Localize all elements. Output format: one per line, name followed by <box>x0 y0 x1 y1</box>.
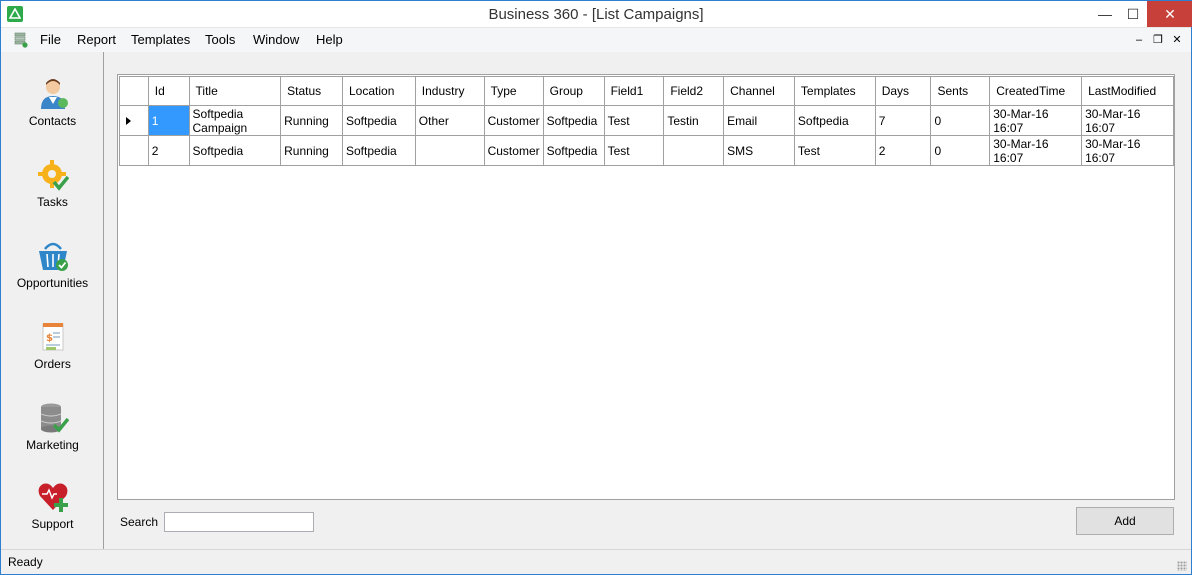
menu-file[interactable]: File <box>40 32 61 47</box>
table-cell[interactable]: Testin <box>663 105 725 136</box>
table-header-row: Id Title Status Location Industry Type G… <box>119 76 1174 106</box>
table-cell[interactable]: 2 <box>874 135 932 166</box>
sidebar-item-marketing[interactable]: Marketing <box>1 401 104 471</box>
table-cell[interactable]: 30-Mar-16 16:07 <box>1081 105 1174 136</box>
menu-window[interactable]: Window <box>253 32 299 47</box>
marketing-icon <box>37 401 70 435</box>
column-header-industry[interactable]: Industry <box>414 76 485 106</box>
campaigns-table: Id Title Status Location Industry Type G… <box>119 76 1174 166</box>
table-row[interactable]: 1 Softpedia Campaign Running Softpedia O… <box>119 105 1174 136</box>
menu-bar: File Report Templates Tools Window Help … <box>1 28 1191 52</box>
table-cell[interactable]: Softpedia <box>342 135 416 166</box>
table-cell[interactable]: Softpedia <box>342 105 416 136</box>
table-cell[interactable]: Other <box>414 105 485 136</box>
row-header-corner[interactable] <box>119 76 149 106</box>
column-header-id[interactable]: Id <box>147 76 190 106</box>
sidebar-item-support[interactable]: Support <box>1 480 104 550</box>
sidebar-item-label: Support <box>31 517 74 531</box>
document-stack-icon[interactable] <box>14 32 28 48</box>
menu-templates[interactable]: Templates <box>131 32 190 47</box>
table-cell[interactable]: Running <box>280 105 343 136</box>
table-cell[interactable]: Softpedia <box>542 105 605 136</box>
column-header-days[interactable]: Days <box>874 76 932 106</box>
sidebar-item-tasks[interactable]: Tasks <box>1 158 104 228</box>
table-cell[interactable]: 2 <box>147 135 190 166</box>
sidebar: Contacts Tasks Opportunities $ Orders Ma… <box>1 52 104 549</box>
sidebar-item-label: Orders <box>34 357 71 371</box>
opportunities-icon <box>37 239 69 273</box>
status-text: Ready <box>8 555 43 569</box>
table-cell[interactable]: 7 <box>874 105 932 136</box>
table-cell[interactable]: Customer <box>483 105 544 136</box>
child-close-button[interactable]: ✕ <box>1169 32 1185 48</box>
column-header-field2[interactable]: Field2 <box>663 76 725 106</box>
column-header-createdtime[interactable]: CreatedTime <box>989 76 1083 106</box>
column-header-title[interactable]: Title <box>188 76 282 106</box>
search-input[interactable] <box>164 512 314 532</box>
table-cell[interactable]: 1 <box>147 105 190 136</box>
table-cell[interactable]: Softpedia <box>793 105 876 136</box>
column-header-sents[interactable]: Sents <box>930 76 991 106</box>
contacts-icon <box>37 77 69 111</box>
app-window: Business 360 - [List Campaigns] — ☐ ✕ Fi… <box>0 0 1192 575</box>
table-row[interactable]: 2 Softpedia Running Softpedia Customer S… <box>119 135 1174 166</box>
campaigns-grid[interactable]: Id Title Status Location Industry Type G… <box>117 74 1175 500</box>
table-cell[interactable]: Softpedia Campaign <box>188 105 282 136</box>
row-header[interactable] <box>119 135 149 166</box>
child-restore-button[interactable]: ❐ <box>1150 32 1166 48</box>
table-cell[interactable]: Running <box>280 135 343 166</box>
table-cell[interactable]: Customer <box>483 135 544 166</box>
table-cell[interactable]: 30-Mar-16 16:07 <box>1081 135 1174 166</box>
resize-grip-icon[interactable] <box>1177 561 1187 571</box>
maximize-button[interactable]: ☐ <box>1119 1 1147 27</box>
column-header-location[interactable]: Location <box>342 76 416 106</box>
menu-help[interactable]: Help <box>316 32 343 47</box>
table-cell[interactable]: Softpedia <box>542 135 605 166</box>
table-cell[interactable]: 0 <box>930 105 991 136</box>
table-cell[interactable]: Softpedia <box>188 135 282 166</box>
close-button[interactable]: ✕ <box>1147 1 1192 27</box>
campaigns-panel: Id Title Status Location Industry Type G… <box>105 52 1191 549</box>
sidebar-item-label: Contacts <box>28 114 77 128</box>
sidebar-item-label: Opportunities <box>16 276 89 290</box>
support-icon <box>37 480 69 514</box>
sidebar-item-orders[interactable]: $ Orders <box>1 320 104 390</box>
table-cell[interactable]: 30-Mar-16 16:07 <box>989 135 1083 166</box>
column-header-channel[interactable]: Channel <box>723 76 795 106</box>
column-header-field1[interactable]: Field1 <box>603 76 665 106</box>
search-label: Search <box>120 515 159 529</box>
sidebar-item-label: Tasks <box>37 195 68 209</box>
column-header-lastmodified[interactable]: LastModified <box>1081 76 1174 106</box>
orders-icon: $ <box>37 320 69 354</box>
tasks-icon <box>37 158 70 192</box>
column-header-templates[interactable]: Templates <box>793 76 876 106</box>
svg-text:$: $ <box>46 333 53 344</box>
table-cell[interactable]: Test <box>603 135 665 166</box>
add-button[interactable]: Add <box>1076 507 1174 535</box>
table-cell[interactable]: Test <box>793 135 876 166</box>
minimize-button[interactable]: — <box>1091 1 1119 27</box>
child-minimize-button[interactable]: – <box>1131 32 1147 48</box>
status-bar: Ready <box>1 549 1191 574</box>
sidebar-item-label: Marketing <box>26 438 79 452</box>
current-row-marker[interactable] <box>119 105 149 136</box>
table-cell[interactable]: Test <box>603 105 665 136</box>
title-bar[interactable]: Business 360 - [List Campaigns] — ☐ ✕ <box>1 1 1192 28</box>
column-header-status[interactable]: Status <box>280 76 343 106</box>
row-pointer-icon <box>126 116 131 125</box>
sidebar-item-opportunities[interactable]: Opportunities <box>1 239 104 309</box>
table-cell[interactable] <box>663 135 725 166</box>
table-cell[interactable]: SMS <box>723 135 795 166</box>
column-header-group[interactable]: Group <box>542 76 605 106</box>
table-cell[interactable]: Email <box>723 105 795 136</box>
menu-tools[interactable]: Tools <box>205 32 235 47</box>
table-cell[interactable]: 30-Mar-16 16:07 <box>989 105 1083 136</box>
table-cell[interactable] <box>414 135 485 166</box>
window-title: Business 360 - [List Campaigns] <box>488 6 704 23</box>
table-cell[interactable]: 0 <box>930 135 991 166</box>
sidebar-item-contacts[interactable]: Contacts <box>1 77 104 147</box>
column-header-type[interactable]: Type <box>483 76 544 106</box>
menu-report[interactable]: Report <box>77 32 116 47</box>
